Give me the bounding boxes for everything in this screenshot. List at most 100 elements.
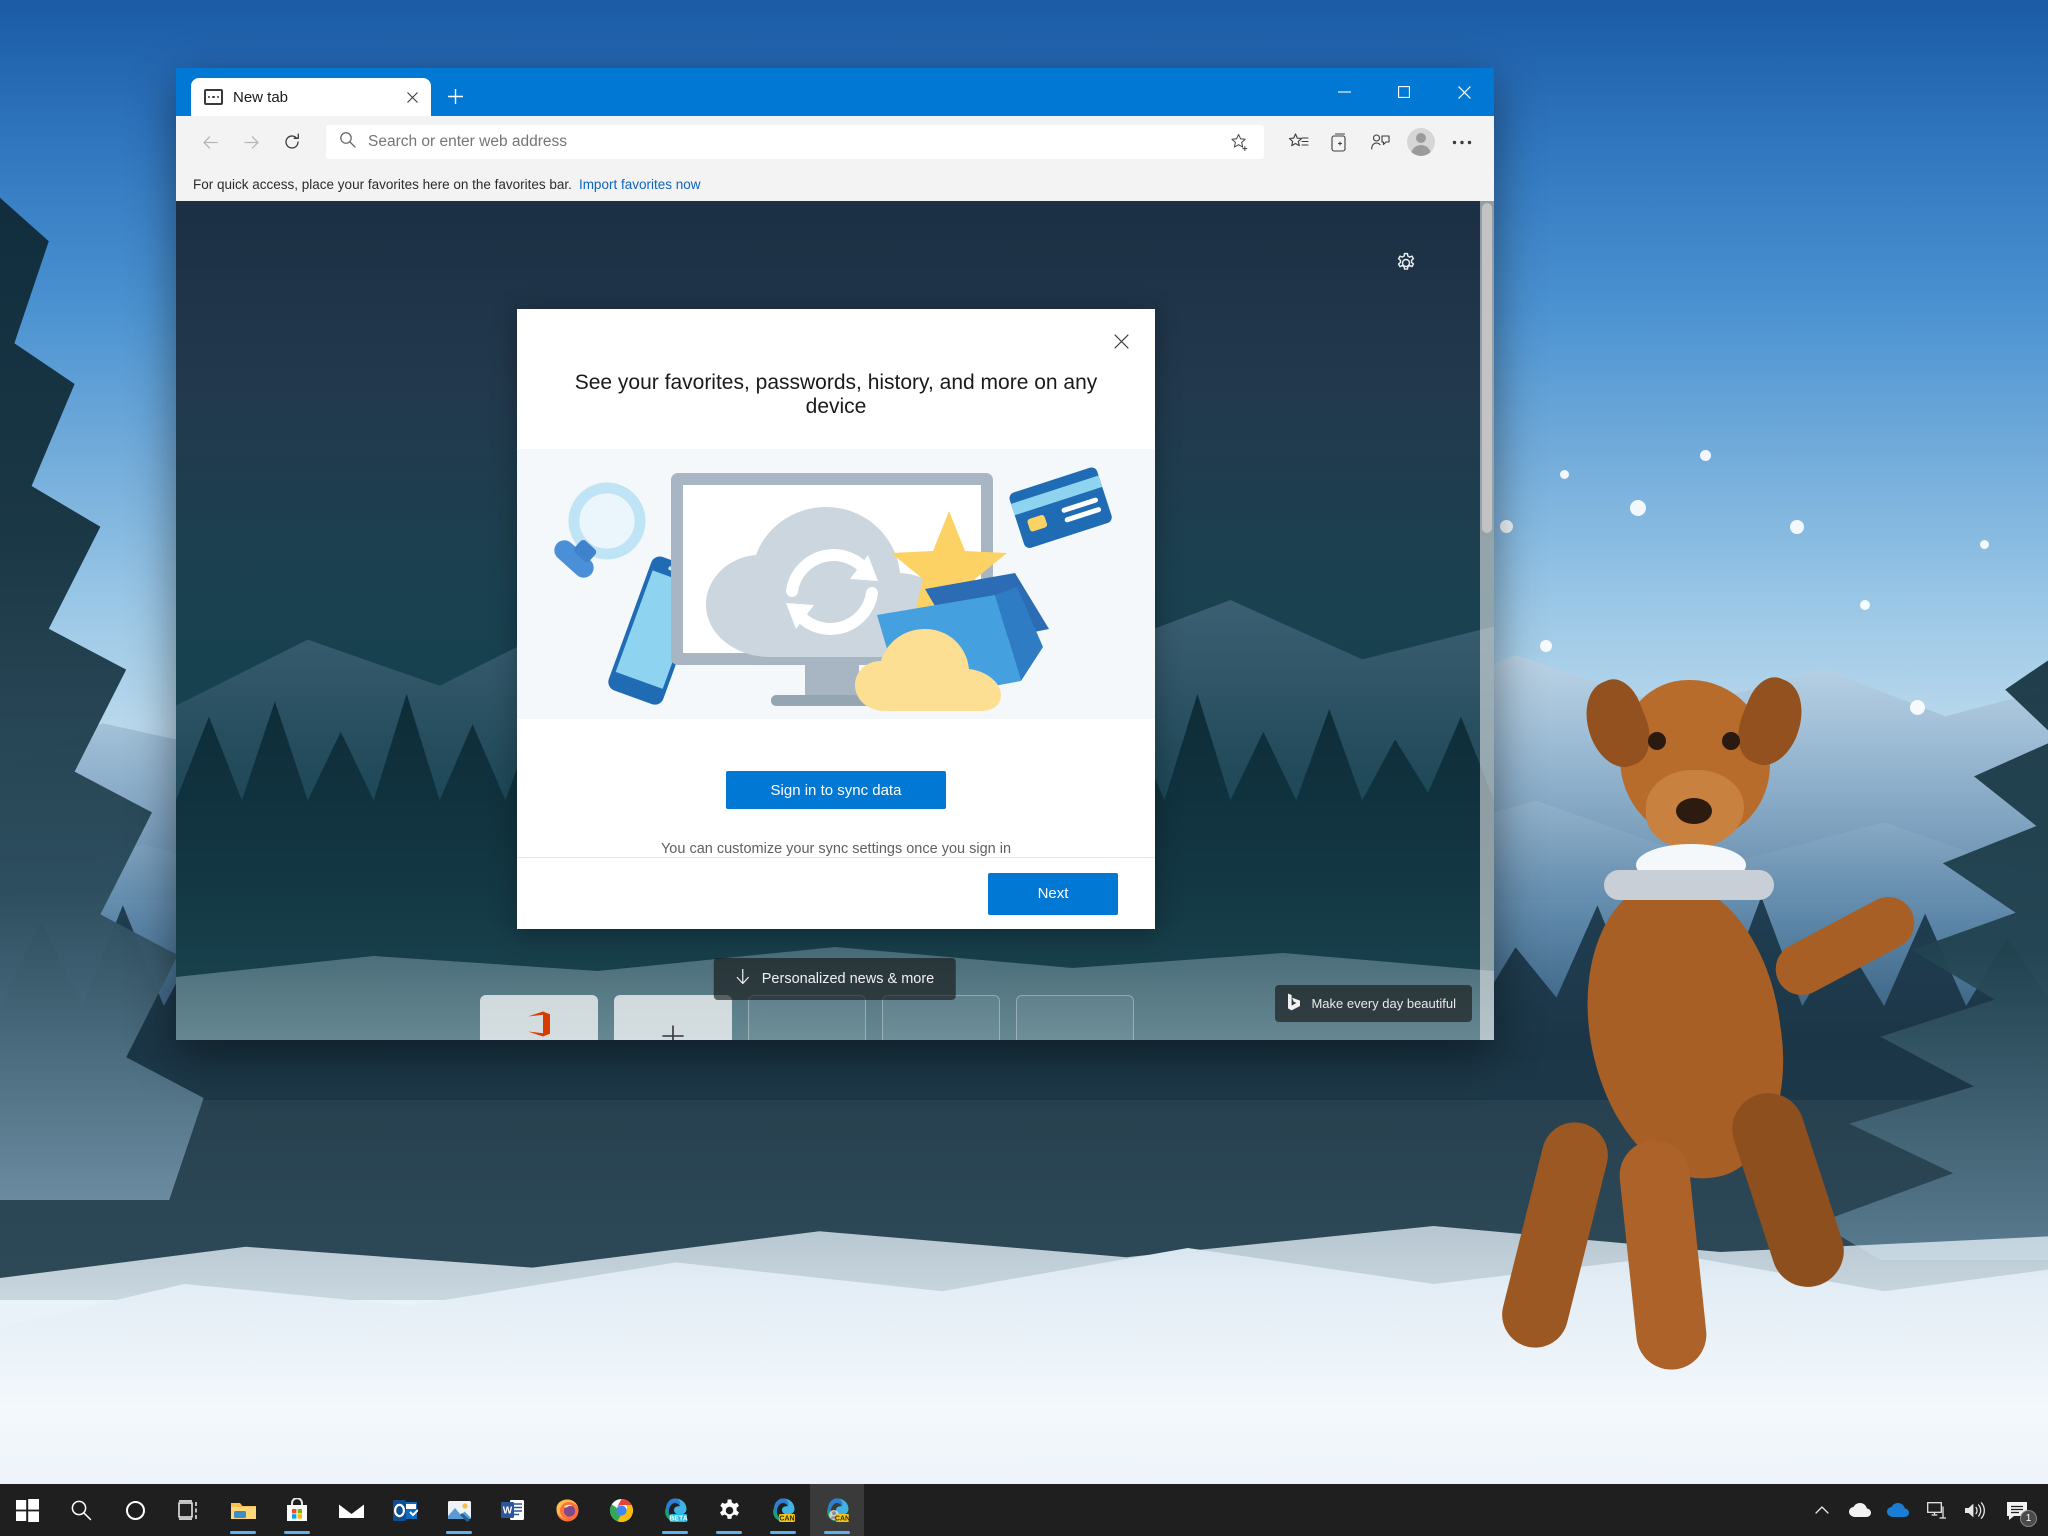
browser-tab[interactable]: New tab [191, 78, 431, 116]
taskbar-item-chrome[interactable] [594, 1484, 648, 1536]
dialog-title: See your favorites, passwords, history, … [574, 371, 1098, 418]
newtab-icon [204, 89, 223, 105]
back-button[interactable] [192, 124, 228, 160]
onedrive-blue-icon[interactable] [1880, 1484, 1916, 1536]
svg-text:BETA: BETA [669, 1515, 688, 1522]
snow-particle [1540, 640, 1552, 652]
star-add-icon[interactable] [1221, 124, 1257, 160]
action-center-button[interactable]: 1 [1994, 1484, 2040, 1536]
bing-icon [1287, 993, 1301, 1014]
dialog-close-icon[interactable] [1101, 321, 1141, 361]
taskbar-item-edge-beta[interactable]: BETA [648, 1484, 702, 1536]
system-tray: 1 [1804, 1484, 2048, 1536]
snow-particle [1790, 520, 1804, 534]
snow-particle [1630, 500, 1646, 516]
browser-toolbar: Search or enter web address [176, 116, 1494, 168]
page-settings-gear-icon[interactable] [1388, 245, 1424, 281]
taskbar-item-file-explorer[interactable] [216, 1484, 270, 1536]
ellipsis-icon[interactable] [1444, 124, 1480, 160]
dialog-footer: Next [517, 857, 1155, 929]
snow-particle [1980, 540, 1989, 549]
taskbar-item-outlook[interactable] [378, 1484, 432, 1536]
sign-in-to-sync-button[interactable]: Sign in to sync data [726, 771, 946, 810]
next-button[interactable]: Next [988, 872, 1118, 915]
svg-text:CAN: CAN [835, 1515, 850, 1522]
start-button[interactable] [0, 1484, 54, 1536]
onedrive-white-icon[interactable] [1842, 1484, 1878, 1536]
speaker-icon[interactable] [1956, 1484, 1992, 1536]
snow-particle [1700, 450, 1711, 461]
bing-wallpaper-badge[interactable]: Make every day beautiful [1275, 985, 1472, 1022]
minimize-button[interactable] [1314, 68, 1374, 116]
arrow-down-icon [736, 968, 750, 989]
maximize-button[interactable] [1374, 68, 1434, 116]
taskbar-item-settings[interactable] [702, 1484, 756, 1536]
running-indicator [716, 1531, 742, 1534]
browser-title-bar: New tab [176, 68, 1494, 116]
snow-particle [1500, 520, 1513, 533]
forward-button[interactable] [233, 124, 269, 160]
taskbar-item-photos[interactable] [432, 1484, 486, 1536]
wallpaper-dog [1470, 620, 1924, 1374]
tab-title: New tab [233, 88, 289, 106]
running-indicator [770, 1531, 796, 1534]
office-icon [526, 1010, 552, 1040]
running-indicator [230, 1531, 256, 1534]
close-button[interactable] [1434, 68, 1494, 116]
address-bar-placeholder: Search or enter web address [368, 133, 568, 150]
taskbar-item-microsoft-store[interactable] [270, 1484, 324, 1536]
sync-dialog: See your favorites, passwords, history, … [517, 309, 1155, 929]
snow-particle [1910, 700, 1925, 715]
snow-particle [1860, 600, 1870, 610]
network-icon[interactable] [1918, 1484, 1954, 1536]
taskbar-item-firefox[interactable] [540, 1484, 594, 1536]
bing-badge-label: Make every day beautiful [1311, 996, 1456, 1011]
collections-icon[interactable] [1321, 124, 1357, 160]
taskbar-item-edge-canary-window[interactable]: CAN [810, 1484, 864, 1536]
cloud-sync-illustration [517, 449, 1155, 720]
tab-close-icon[interactable] [399, 84, 425, 110]
taskbar-item-mail[interactable] [324, 1484, 378, 1536]
running-indicator [662, 1531, 688, 1534]
import-favorites-link[interactable]: Import favorites now [579, 177, 701, 192]
sync-note: You can customize your sync settings onc… [660, 841, 1012, 858]
plus-icon [661, 1024, 685, 1040]
running-indicator [284, 1531, 310, 1534]
action-center-badge: 1 [2020, 1510, 2037, 1527]
snow-particle [1560, 470, 1569, 479]
favorites-list-icon[interactable] [1280, 124, 1316, 160]
favorites-bar-message: For quick access, place your favorites h… [193, 177, 572, 192]
svg-text:W: W [503, 1506, 513, 1517]
avatar [1407, 128, 1435, 156]
page-scrollbar[interactable] [1480, 201, 1494, 1040]
favorites-bar: For quick access, place your favorites h… [176, 168, 1494, 201]
svg-text:CAN: CAN [779, 1515, 794, 1522]
address-bar[interactable]: Search or enter web address [325, 124, 1265, 160]
cortana-button[interactable] [108, 1484, 162, 1536]
running-indicator [824, 1531, 850, 1534]
personalized-news-button[interactable]: Personalized news & more [713, 958, 957, 1000]
window-controls [1314, 68, 1494, 116]
tile-office[interactable]: Office [480, 995, 598, 1040]
chevron-up-icon[interactable] [1804, 1484, 1840, 1536]
tile-placeholder[interactable] [882, 995, 1000, 1040]
new-tab-button[interactable] [437, 78, 473, 114]
dialog-body: Sign in to sync data You can customize y… [517, 719, 1155, 857]
refresh-button[interactable] [274, 124, 310, 160]
tile-placeholder[interactable] [748, 995, 866, 1040]
quick-link-tiles: Office [480, 995, 1134, 1040]
search-icon [339, 131, 356, 153]
scrollbar-thumb[interactable] [1482, 203, 1492, 533]
search-button[interactable] [54, 1484, 108, 1536]
taskbar-item-word[interactable]: W [486, 1484, 540, 1536]
running-indicator [446, 1531, 472, 1534]
account-avatar-icon[interactable] [1403, 124, 1439, 160]
share-person-icon[interactable] [1362, 124, 1398, 160]
tile-add-site[interactable] [614, 995, 732, 1040]
windows-taskbar: W BETA CAN CAN 1 [0, 1484, 2048, 1536]
tile-placeholder[interactable] [1016, 995, 1134, 1040]
taskbar-item-edge-canary[interactable]: CAN [756, 1484, 810, 1536]
personalized-news-label: Personalized news & more [761, 971, 935, 987]
taskbar-items: W BETA CAN CAN [0, 1484, 864, 1536]
task-view-button[interactable] [162, 1484, 216, 1536]
